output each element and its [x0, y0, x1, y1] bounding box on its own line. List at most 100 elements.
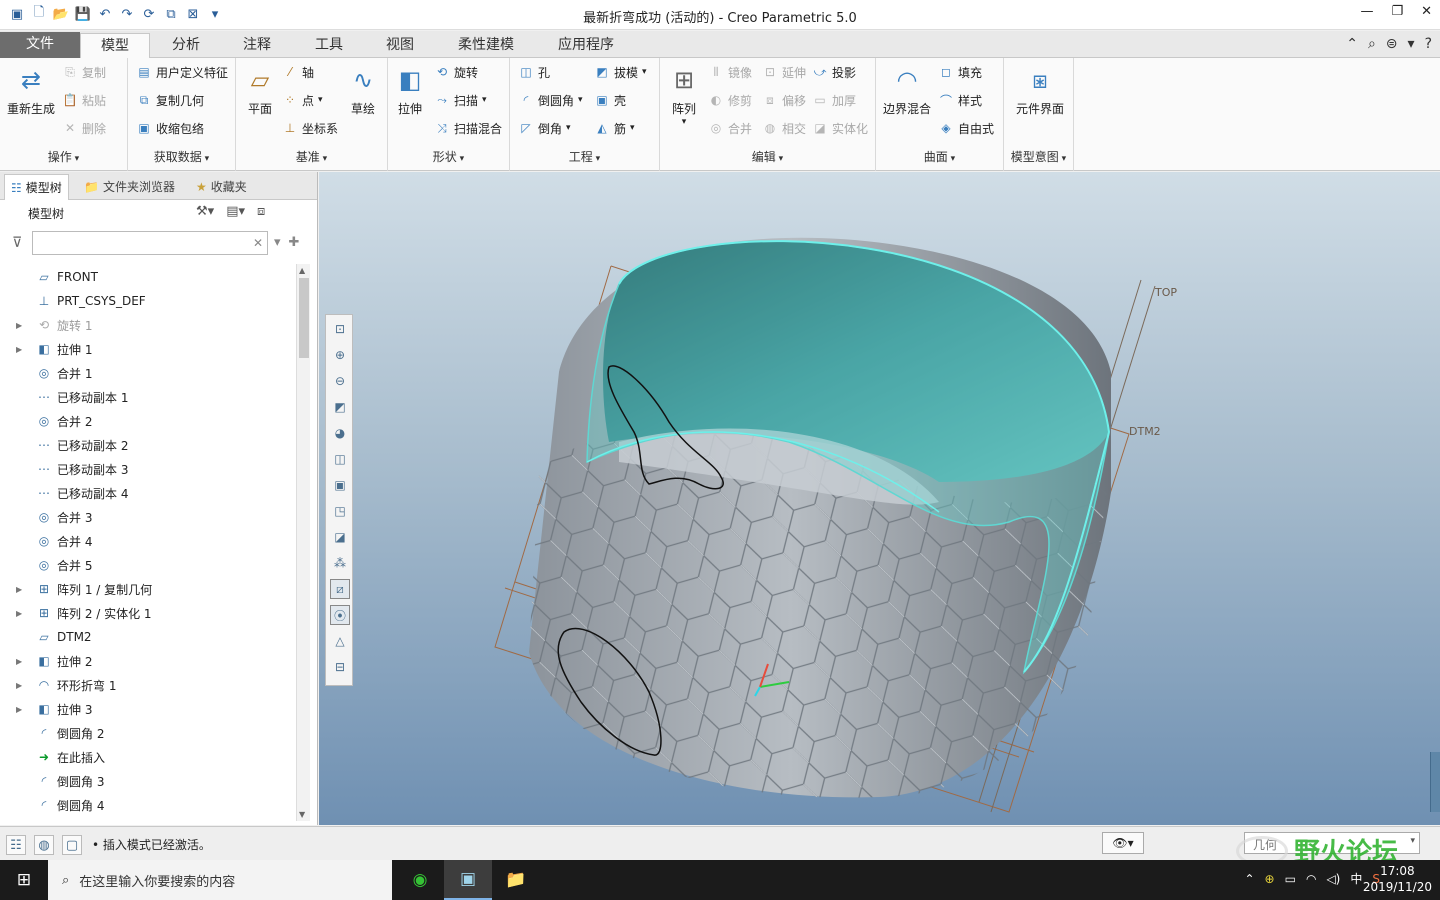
taskbar-app-explorer[interactable]: 📁: [492, 860, 540, 900]
udf-button[interactable]: ▤ 用户定义特征: [136, 62, 228, 82]
shading-icon[interactable]: ◕: [330, 423, 350, 443]
tree-columns-icon[interactable]: ⧈: [257, 204, 265, 219]
annotation-display-icon[interactable]: ⊟: [330, 657, 350, 677]
expand-arrow-icon[interactable]: ▶: [16, 657, 28, 666]
model-tree-scrollbar[interactable]: ▲ ▼: [296, 264, 310, 821]
tree-item[interactable]: ⊥ PRT_CSYS_DEF: [10, 289, 146, 313]
trim-button[interactable]: ◐ 修剪: [708, 90, 752, 110]
project-button[interactable]: ⤻ 投影: [812, 62, 856, 82]
zoom-in-icon[interactable]: ⊕: [330, 345, 350, 365]
plane-button[interactable]: ▱ 平面: [242, 64, 278, 117]
shrinkwrap-button[interactable]: ▣ 收缩包络: [136, 118, 204, 138]
group-get-data-label[interactable]: 获取数据: [128, 148, 235, 165]
section-icon[interactable]: ◪: [330, 527, 350, 547]
csys-button[interactable]: ⊥ 坐标系: [282, 118, 338, 138]
tree-item[interactable]: ⋯ 已移动副本 2: [10, 433, 128, 457]
tree-item[interactable]: ◎ 合并 2: [10, 409, 93, 433]
copy-button[interactable]: ⎘ 复制: [62, 62, 106, 82]
solidify-button[interactable]: ◪ 实体化: [812, 118, 868, 138]
tab-analysis[interactable]: 分析: [152, 33, 220, 58]
tree-item[interactable]: ▶ ◧ 拉伸 1: [10, 337, 92, 361]
clear-search-icon[interactable]: ✕: [253, 236, 263, 250]
sketch-button[interactable]: ∿ 草绘: [344, 64, 382, 117]
perspective-icon[interactable]: ◳: [330, 501, 350, 521]
axis-button[interactable]: ⁄ 轴: [282, 62, 314, 82]
tree-item[interactable]: ◎ 合并 3: [10, 505, 93, 529]
plane-display-icon[interactable]: ⧄: [330, 579, 350, 599]
group-engineering-label[interactable]: 工程: [510, 148, 659, 165]
viewport-edge-scroll[interactable]: [1430, 752, 1440, 812]
tree-item[interactable]: ▶ ◠ 环形折弯 1: [10, 673, 116, 697]
graphics-window[interactable]: TOP DTM2 ⊡ ⊕ ⊖ ◩ ◕ ◫ ▣ ◳ ◪ ⁂ ⧄ ⦿ △ ⊟: [319, 172, 1440, 825]
tree-item[interactable]: ▱ FRONT: [10, 265, 98, 289]
tab-applications[interactable]: 应用程序: [538, 33, 634, 58]
start-button[interactable]: ⊞: [0, 860, 48, 900]
boundary-blend-button[interactable]: ◠ 边界混合: [880, 64, 934, 117]
fullscreen-icon[interactable]: ▢: [62, 835, 82, 855]
tree-search-input[interactable]: ✕: [32, 231, 268, 255]
intersect-button[interactable]: ◍ 相交: [762, 118, 806, 138]
group-model-intent-label[interactable]: 模型意图: [1004, 148, 1073, 165]
zoom-out-icon[interactable]: ⊖: [330, 371, 350, 391]
scroll-down-icon[interactable]: ▼: [299, 810, 305, 819]
hole-button[interactable]: ◫ 孔: [518, 62, 550, 82]
find-button[interactable]: 👁▾: [1102, 832, 1144, 854]
tree-item[interactable]: ◜ 倒圆角 4: [10, 793, 105, 817]
view-manager-icon[interactable]: ▣: [330, 475, 350, 495]
swept-blend-button[interactable]: ⤨ 扫描混合: [434, 118, 502, 138]
taskbar-search[interactable]: ⌕ 在这里输入你要搜索的内容: [48, 860, 392, 900]
draft-button[interactable]: ◩ 拔模 ▾: [594, 62, 646, 82]
sweep-button[interactable]: ⤳ 扫描 ▾: [434, 90, 486, 110]
expand-arrow-icon[interactable]: ▶: [16, 585, 28, 594]
group-datum-label[interactable]: 基准: [236, 148, 387, 165]
regenerate-button[interactable]: ⇄ 重新生成: [6, 64, 56, 117]
point-button[interactable]: ⁘ 点 ▾: [282, 90, 323, 110]
expand-arrow-icon[interactable]: ▶: [16, 681, 28, 690]
extend-button[interactable]: ⊡ 延伸: [762, 62, 806, 82]
pattern-button[interactable]: ⊞ 阵列 ▾: [666, 64, 702, 127]
datum-label-top[interactable]: TOP: [1154, 286, 1177, 299]
shell-button[interactable]: ▣ 壳: [594, 90, 626, 110]
navigator-toggle-icon[interactable]: ☷: [6, 835, 26, 855]
datum-label-dtm2[interactable]: DTM2: [1129, 425, 1161, 438]
restore-button[interactable]: ❐: [1391, 4, 1403, 19]
tree-item[interactable]: ⋯ 已移动副本 1: [10, 385, 128, 409]
tree-item[interactable]: ▶ ⟲ 旋转 1: [10, 313, 92, 337]
thicken-button[interactable]: ▭ 加厚: [812, 90, 856, 110]
add-filter-icon[interactable]: ✚: [289, 235, 300, 250]
close-button[interactable]: ✕: [1421, 4, 1432, 19]
tab-tools[interactable]: 工具: [294, 33, 364, 58]
fill-button[interactable]: ◻ 填充: [938, 62, 982, 82]
point-display-icon[interactable]: ⦿: [330, 605, 350, 625]
tree-item[interactable]: ▶ ⊞ 阵列 2 / 实体化 1: [10, 601, 152, 625]
tree-item[interactable]: ◜ 倒圆角 2: [10, 721, 105, 745]
tree-item[interactable]: ▶ ◧ 拉伸 2: [10, 649, 92, 673]
search-dropdown-icon[interactable]: ▾: [274, 235, 281, 250]
tab-model-tree[interactable]: ☷ 模型树: [4, 174, 69, 200]
rib-button[interactable]: ◭ 筋 ▾: [594, 118, 634, 138]
tab-flexible-modeling[interactable]: 柔性建模: [436, 33, 536, 58]
group-surfaces-label[interactable]: 曲面: [876, 148, 1003, 165]
expand-arrow-icon[interactable]: ▶: [16, 345, 28, 354]
system-clock[interactable]: 17:08 2019/11/20: [1363, 863, 1432, 895]
search-icon[interactable]: ⌕: [1368, 36, 1376, 52]
paste-button[interactable]: 📋 粘贴: [62, 90, 107, 110]
csys-display-icon[interactable]: △: [330, 631, 350, 651]
tray-app-icon[interactable]: ⊕: [1265, 872, 1275, 886]
help-icon[interactable]: ⊜: [1386, 36, 1398, 52]
component-interface-button[interactable]: ⧆ 元件界面: [1010, 64, 1070, 117]
tab-annotate[interactable]: 注释: [222, 33, 292, 58]
group-shapes-label[interactable]: 形状: [388, 148, 509, 165]
volume-icon[interactable]: ◁): [1326, 872, 1340, 886]
expand-arrow-icon[interactable]: ▶: [16, 609, 28, 618]
collapse-ribbon-icon[interactable]: ⌃: [1346, 36, 1358, 52]
taskbar-app-browser[interactable]: ◉: [396, 860, 444, 900]
dropdown-icon[interactable]: ▾: [1408, 36, 1415, 52]
tree-item[interactable]: ◜ 倒圆角 3: [10, 769, 105, 793]
tree-show-icon[interactable]: ▤▾: [226, 204, 245, 219]
refit-icon[interactable]: ⊡: [330, 319, 350, 339]
battery-icon[interactable]: ▭: [1285, 872, 1296, 886]
round-button[interactable]: ◜ 倒圆角 ▾: [518, 90, 583, 110]
group-editing-label[interactable]: 编辑: [660, 148, 875, 165]
saved-views-icon[interactable]: ◫: [330, 449, 350, 469]
